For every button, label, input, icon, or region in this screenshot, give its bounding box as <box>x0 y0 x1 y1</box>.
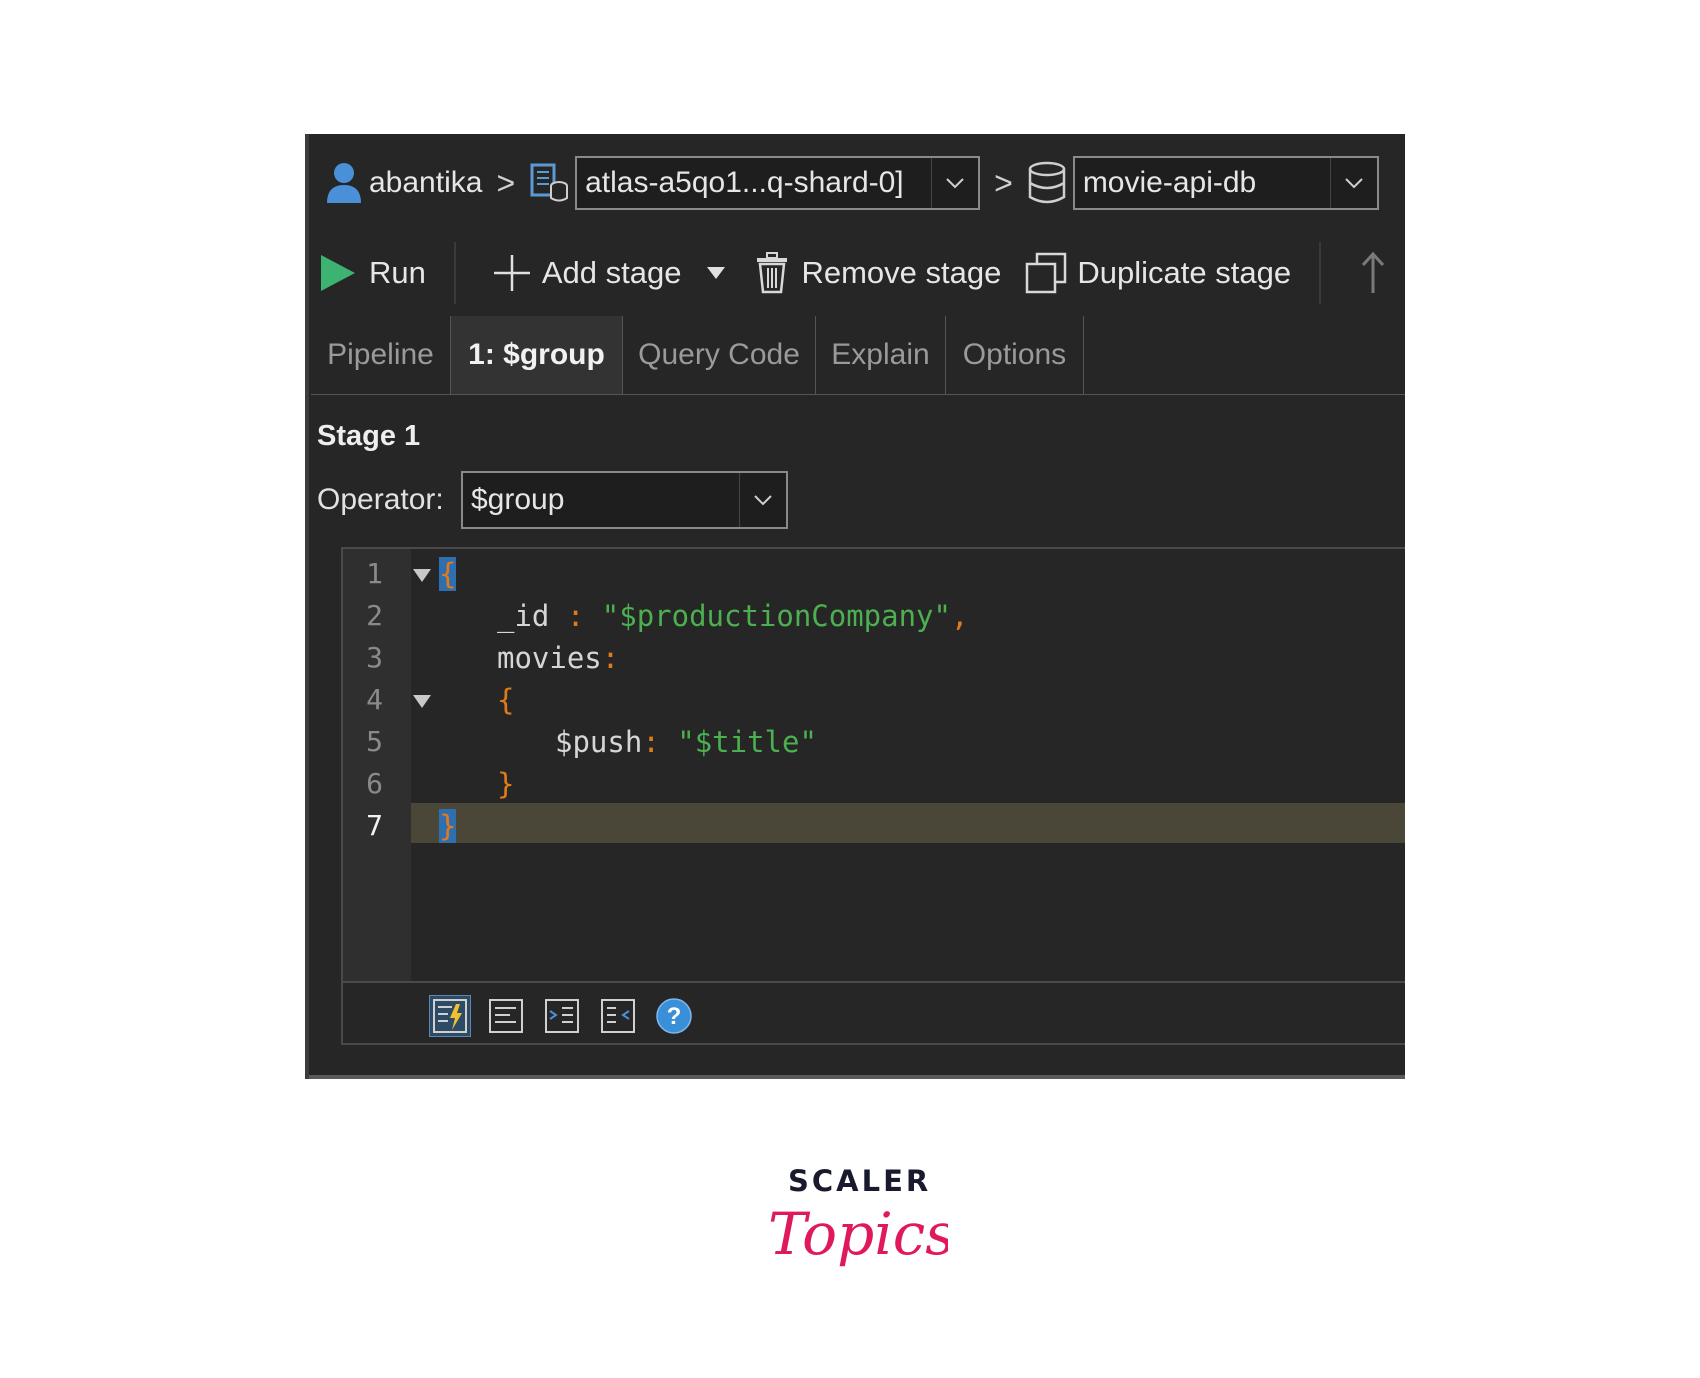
breadcrumb: abantika > atlas-a5qo1...q-shard-0] > mo… <box>309 134 1405 232</box>
duplicate-stage-button[interactable]: Duplicate stage <box>1025 252 1291 294</box>
database-select-value: movie-api-db <box>1082 166 1257 199</box>
database-icon <box>1027 161 1067 205</box>
move-up-button[interactable] <box>1359 251 1387 295</box>
code-line: } <box>497 767 514 801</box>
trash-icon <box>757 252 788 294</box>
svg-text:Topics: Topics <box>768 1200 948 1268</box>
operator-select-value: $group <box>471 483 565 516</box>
logo-wordmark: SCALER <box>788 1164 932 1198</box>
code-line: { <box>439 557 457 591</box>
code-line: } <box>439 809 457 843</box>
tab-query-code[interactable]: Query Code <box>623 316 816 394</box>
chevron-right-icon: > <box>496 164 516 201</box>
server-database-icon <box>529 162 569 204</box>
operator-select[interactable]: $group <box>461 471 788 529</box>
chevron-down-icon[interactable] <box>739 473 786 527</box>
code-token: { <box>497 683 515 717</box>
code-token: : <box>642 725 678 759</box>
stage-title: Stage 1 <box>317 420 421 452</box>
editor-divider <box>343 981 1405 983</box>
fold-toggle-icon[interactable] <box>413 569 431 582</box>
format-text-icon[interactable] <box>485 995 527 1037</box>
code-token: } <box>497 767 515 801</box>
fold-toggle-icon[interactable] <box>413 695 431 708</box>
line-number: 2 <box>366 599 383 632</box>
plus-icon <box>493 255 530 291</box>
code-line: movies: <box>497 641 619 675</box>
code-token: } <box>439 809 457 843</box>
line-number: 6 <box>366 767 383 800</box>
help-icon[interactable]: ? <box>653 995 695 1037</box>
line-number: 4 <box>366 683 383 716</box>
arrow-up-icon <box>1361 251 1385 293</box>
code-editor[interactable]: 1 2 3 4 5 6 7 { _id : "$productionCompan… <box>341 547 1405 1045</box>
cluster-select-value: atlas-a5qo1...q-shard-0] <box>585 166 904 199</box>
chevron-down-icon[interactable] <box>1329 158 1377 208</box>
add-stage-label: Add stage <box>541 255 682 290</box>
operator-label: Operator: <box>317 483 444 516</box>
code-line: $push: "$title" <box>555 725 817 759</box>
code-token: : <box>549 599 602 633</box>
remove-stage-button[interactable]: Remove stage <box>755 252 1001 294</box>
breadcrumb-user[interactable]: abantika <box>369 166 482 200</box>
scaler-topics-logo: SCALER Topics <box>760 1160 950 1300</box>
indent-icon[interactable] <box>541 995 583 1037</box>
code-line: { <box>497 683 514 717</box>
current-line-highlight <box>411 803 1405 843</box>
code-token: "$productionCompany" <box>601 599 951 633</box>
chevron-right-icon: > <box>994 164 1013 201</box>
code-token: , <box>950 599 969 633</box>
outdent-icon[interactable] <box>597 995 639 1037</box>
run-button[interactable]: Run <box>319 253 426 293</box>
line-number: 5 <box>366 725 383 758</box>
code-token: movies <box>497 641 602 675</box>
tab-explain[interactable]: Explain <box>816 316 946 394</box>
code-token: : <box>601 641 620 675</box>
code-token: _id <box>497 599 550 633</box>
line-number: 1 <box>366 557 383 590</box>
code-line: _id : "$productionCompany", <box>497 599 968 633</box>
remove-stage-label: Remove stage <box>801 255 1002 290</box>
duplicate-stage-label: Duplicate stage <box>1077 255 1292 290</box>
add-stage-button[interactable]: Add stage <box>492 253 682 293</box>
line-number: 3 <box>366 641 383 674</box>
play-icon <box>321 255 355 291</box>
svg-text:?: ? <box>667 1003 682 1030</box>
editor-action-bar: ? <box>429 995 695 1037</box>
cluster-select[interactable]: atlas-a5qo1...q-shard-0] <box>575 156 981 210</box>
run-button-label: Run <box>369 255 426 290</box>
line-number: 7 <box>366 809 383 842</box>
tab-bar: Pipeline 1: $group Query Code Explain Op… <box>311 316 1405 395</box>
user-icon <box>325 161 363 205</box>
logo-script: Topics <box>768 1200 948 1268</box>
chevron-down-icon[interactable] <box>931 158 978 208</box>
toolbar-divider <box>453 242 456 304</box>
tab-options[interactable]: Options <box>946 316 1084 394</box>
caret-down-icon[interactable] <box>707 267 726 279</box>
database-select[interactable]: movie-api-db <box>1072 156 1379 210</box>
auto-format-icon[interactable] <box>429 995 471 1037</box>
code-token: $push <box>555 725 643 759</box>
code-token: "$title" <box>677 725 817 759</box>
duplicate-icon <box>1026 252 1067 294</box>
tab-stage-1-group[interactable]: 1: $group <box>451 316 623 394</box>
toolbar-divider <box>1319 242 1322 304</box>
aggregation-editor-window: abantika > atlas-a5qo1...q-shard-0] > mo… <box>305 134 1405 1079</box>
toolbar: Run Add stage Remove stage Duplicate sta… <box>309 232 1405 314</box>
code-token: { <box>439 557 457 591</box>
window-bottom-border <box>309 1075 1405 1079</box>
tab-pipeline[interactable]: Pipeline <box>311 316 451 394</box>
